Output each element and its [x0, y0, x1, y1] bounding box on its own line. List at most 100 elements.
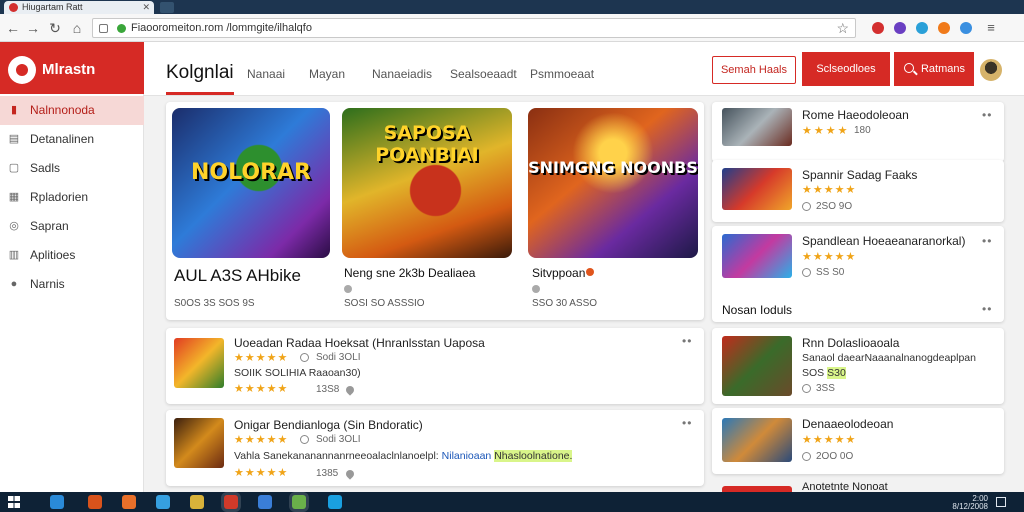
right-item-desc: Sanaol daearNaaanalnanogdeaplpan — [802, 352, 976, 364]
more-options-icon[interactable]: •• — [682, 334, 692, 348]
featured-title[interactable]: Sitvppoan — [532, 266, 585, 280]
game-thumbnail — [722, 168, 792, 210]
tab-2[interactable]: Nanaeiadis — [372, 67, 432, 81]
browser-toolbar: ← → ↻ ⌂ Fiaooromeiton.rom /lommgite/ilha… — [0, 14, 1024, 42]
avatar[interactable] — [978, 57, 1004, 83]
brand-logo-icon[interactable] — [8, 56, 36, 84]
more-options-icon[interactable]: •• — [982, 302, 992, 316]
extension-icon[interactable] — [960, 22, 972, 34]
search-button-label: Ratmans — [920, 63, 966, 75]
bookmark-star-icon[interactable]: ☆ — [836, 20, 849, 37]
list-item[interactable]: Onigar Bendianloga (Sin Bndoratic) ★★★★★… — [166, 410, 704, 486]
game-thumbnail — [722, 336, 792, 396]
rating-stars: ★★★★ — [802, 125, 850, 137]
address-bar[interactable]: Fiaooromeiton.rom /lommgite/ilhalqfo ☆ — [92, 18, 856, 38]
tab-0[interactable]: Nanaai — [247, 67, 285, 81]
grid-icon: ▦ — [8, 191, 20, 203]
info-icon — [802, 384, 811, 393]
list-item[interactable]: Uoeadan Radaa Hoeksat (Hnranlsstan Uapos… — [166, 328, 704, 404]
menu-icon[interactable]: ≡ — [982, 19, 1000, 37]
page-title[interactable]: Kolgnlai — [166, 62, 234, 84]
app-icon[interactable] — [88, 495, 102, 509]
list-item-desc: Vahla Sanekananannanrneeoalaclnlanoelpl:… — [234, 450, 573, 462]
extension-icon[interactable] — [894, 22, 906, 34]
search-icon — [904, 63, 914, 73]
more-options-icon[interactable]: •• — [982, 108, 992, 122]
taskbar: 2:00 8/12/2008 — [0, 492, 1024, 512]
right-item-title[interactable]: Denaaeolodeoan — [802, 417, 893, 431]
art-title-text: NOLORAR — [191, 160, 311, 185]
store-icon[interactable] — [258, 495, 272, 509]
forward-icon[interactable]: → — [24, 19, 42, 37]
edge-icon[interactable] — [50, 495, 64, 509]
right-item-meta: 180 — [854, 125, 871, 136]
folder-icon[interactable] — [122, 495, 136, 509]
sidebar-item-1[interactable]: ▤ Detanalinen — [0, 125, 144, 154]
sidebar-item-2[interactable]: ▢ Sadls — [0, 154, 144, 183]
list-item-meta: Sodi 3OLI — [316, 352, 361, 363]
desc-link[interactable]: Nilanioaan — [442, 450, 492, 462]
info-icon — [802, 202, 811, 211]
game-thumbnail — [174, 338, 224, 388]
featured-title[interactable]: AUL A3S AHbike — [174, 266, 301, 286]
sidebar-item-0[interactable]: ▮ Nalnnonoda — [0, 96, 144, 125]
extension-icon[interactable] — [872, 22, 884, 34]
right-item-title[interactable]: Rome Haeodoleoan — [802, 108, 909, 122]
chrome-icon[interactable] — [224, 495, 238, 509]
rating-stars: ★★★★★ — [234, 383, 289, 395]
featured-game-art[interactable]: NOLORAR — [172, 108, 330, 258]
sidebar-item-5[interactable]: ▥ Aplitioes — [0, 241, 144, 270]
reload-icon[interactable]: ↻ — [46, 19, 64, 37]
tab-3[interactable]: Sealsoeaadt — [450, 67, 517, 81]
notification-icon[interactable] — [996, 497, 1006, 507]
right-list-item[interactable]: Denaaeolodeoan ★★★★★ 2OO 0O — [712, 408, 1004, 474]
list-item-title[interactable]: Onigar Bendianloga (Sin Bndoratic) — [234, 418, 423, 432]
desc-highlight: S30 — [827, 367, 846, 379]
back-icon[interactable]: ← — [4, 19, 22, 37]
red-action-button[interactable]: Sclseodloes — [802, 52, 890, 86]
sidebar-item-4[interactable]: ◎ Sapran — [0, 212, 144, 241]
url-text: Fiaooromeiton.rom /lommgite/ilhalqfo — [131, 22, 312, 34]
skype-icon[interactable] — [328, 495, 342, 509]
sidebar: Mlrastn ▮ Nalnnonoda ▤ Detanalinen ▢ Sad… — [0, 42, 144, 492]
ie-icon[interactable] — [156, 495, 170, 509]
right-list-item[interactable]: Spannir Sadag Faaks ★★★★★ 2SO 9O — [712, 160, 1004, 222]
game-thumbnail — [722, 418, 792, 462]
featured-title[interactable]: Neng sne 2k3b Dealiaea — [344, 266, 475, 280]
right-list-item[interactable]: Rnn Dolaslioaoala Sanaol daearNaaanalnan… — [712, 328, 1004, 404]
game-icon[interactable] — [292, 495, 306, 509]
browser-tab[interactable]: Hiugartam Ratt ✕ — [4, 1, 154, 14]
app-header: Kolgnlai Nanaai Mayan Nanaeiadis Sealsoe… — [144, 42, 1024, 96]
sidebar-item-6[interactable]: ● Narnis — [0, 270, 144, 299]
tab-1[interactable]: Mayan — [309, 67, 345, 81]
info-icon — [300, 353, 309, 362]
sidebar-item-3[interactable]: ▦ Rpladorien — [0, 183, 144, 212]
featured-game-art[interactable]: SAPOSA POANBIAI — [342, 108, 512, 258]
more-options-icon[interactable]: •• — [682, 416, 692, 430]
outline-button[interactable]: Semah Haals — [712, 56, 796, 84]
extension-icon[interactable] — [916, 22, 928, 34]
featured-game-art[interactable]: SNIMGNG NOONBS — [528, 108, 698, 258]
extension-icon[interactable] — [938, 22, 950, 34]
tab-close-icon[interactable]: ✕ — [142, 1, 150, 14]
clock[interactable]: 2:00 8/12/2008 — [950, 495, 988, 511]
badge-icon — [586, 268, 594, 276]
right-item-title[interactable]: Rnn Dolaslioaoala — [802, 336, 899, 350]
list-item-desc: SOIIK SOLIHIA Raaoan30) — [234, 367, 361, 379]
like-icon[interactable] — [344, 468, 356, 480]
right-item-title[interactable]: Spandlean Hoeaeanaranorkal) — [802, 234, 965, 248]
new-tab-button[interactable] — [160, 2, 174, 13]
list-item-count: 13S8 — [316, 384, 340, 395]
home-icon[interactable]: ⌂ — [68, 19, 86, 37]
more-options-icon[interactable]: •• — [982, 234, 992, 248]
windows-start-icon[interactable] — [8, 496, 20, 508]
search-button[interactable]: Ratmans — [894, 52, 974, 86]
tab-4[interactable]: Psmmoeaat — [530, 67, 594, 81]
right-list-item[interactable]: Rome Haeodoleoan ★★★★ 180 •• — [712, 102, 1004, 162]
right-item-title[interactable]: Spannir Sadag Faaks — [802, 168, 917, 182]
like-icon[interactable] — [344, 384, 356, 396]
list-item-title[interactable]: Uoeadan Radaa Hoeksat (Hnranlsstan Uapos… — [234, 336, 485, 350]
sidebar-item-label: Sadls — [30, 161, 61, 175]
rating-stars: ★★★★★ — [802, 184, 857, 196]
explorer-icon[interactable] — [190, 495, 204, 509]
